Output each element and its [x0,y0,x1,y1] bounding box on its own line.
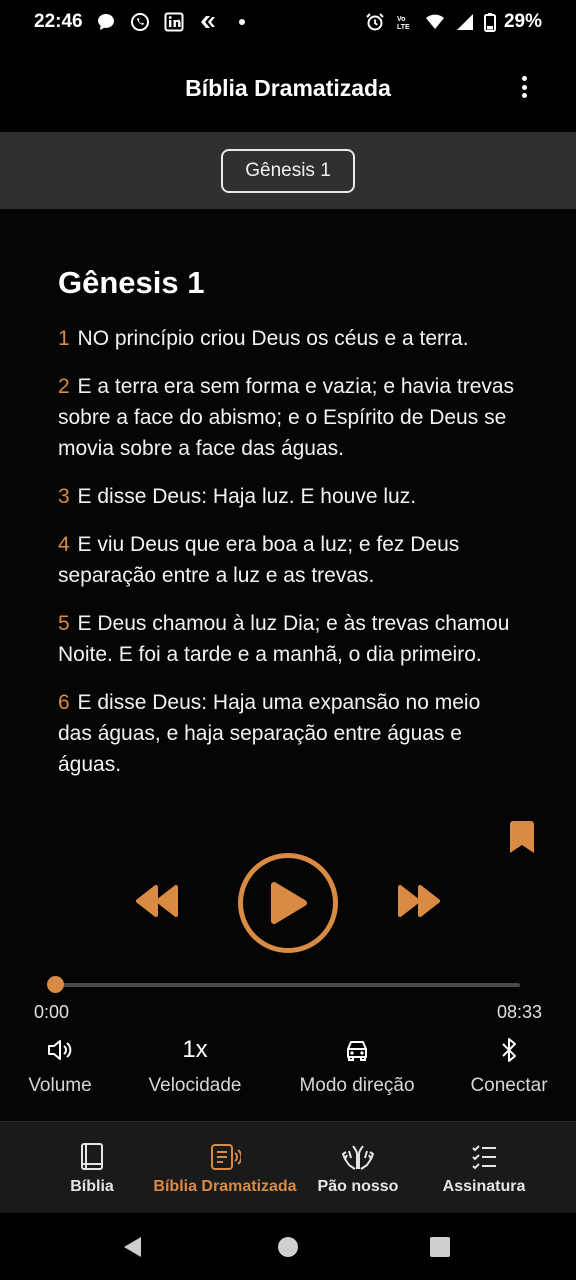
tab-assinatura[interactable]: Assinatura [436,1122,532,1214]
tab-label: Assinatura [442,1178,526,1195]
rewind-button[interactable] [134,883,182,919]
fast-forward-icon [398,885,440,917]
speed-button[interactable]: 1x Velocidade [140,1035,250,1097]
fast-forward-button[interactable] [394,883,442,919]
verse[interactable]: 1 NO princípio criou Deus os céus e a te… [58,323,518,354]
app-bar: Bíblia Dramatizada [0,44,576,132]
connect-label: Conectar [470,1075,548,1096]
progress-thumb[interactable] [47,976,64,993]
verse[interactable]: 3 E disse Deus: Haja luz. E houve luz. [58,481,518,512]
verse-text: E disse Deus: Haja uma expansão no meio … [58,691,481,776]
book-icon [81,1143,103,1170]
car-icon [347,1041,367,1061]
more-options-icon[interactable] [512,72,536,102]
verse[interactable]: 6 E disse Deus: Haja uma expansão no mei… [58,687,518,780]
verse-text: E a terra era sem forma e vazia; e havia… [58,375,515,460]
verse-text: E disse Deus: Haja luz. E houve luz. [77,485,417,508]
current-time: 0:00 [34,1002,70,1022]
battery-level: 29% [503,11,542,32]
speed-label: Velocidade [148,1075,242,1096]
status-bar: 22:46 Vo LTE 29% [0,0,576,44]
volte-icon: Vo LTE [394,11,416,33]
dot-icon [231,11,253,33]
speed-value: 1x [182,1036,208,1063]
bottom-navigation: Bíblia Bíblia Dramatizada Pão nosso Assi… [0,1121,576,1213]
verse-number: 5 [58,612,70,635]
chapter-select-button[interactable]: Gênesis 1 [221,148,355,193]
svg-text:Vo: Vo [397,16,405,23]
connect-button[interactable]: Conectar [464,1035,554,1097]
bible-text-reader[interactable]: Gênesis 1 1 NO princípio criou Deus os c… [0,209,576,797]
battery-icon [483,11,496,33]
drive-mode-button[interactable]: Modo direção [290,1035,424,1097]
playback-controls [0,853,576,953]
verse[interactable]: 5 E Deus chamou à luz Dia; e às trevas c… [58,608,518,670]
app-icon [197,11,219,33]
tab-label: Bíblia [70,1178,114,1195]
audio-book-icon [211,1144,241,1170]
play-icon [271,882,307,924]
volume-button[interactable]: Volume [22,1035,98,1097]
whatsapp-icon [129,11,151,33]
verse-number: 3 [58,485,70,508]
bluetooth-icon [502,1038,516,1062]
progress-bar[interactable] [48,983,520,987]
verse-number: 1 [58,327,70,350]
audio-player: 0:00 08:33 Volume 1x Velocidade Modo dir… [0,797,576,1121]
tab-label: Bíblia Dramatizada [153,1178,297,1195]
volume-label: Volume [28,1075,92,1096]
tab-pao-nosso[interactable]: Pão nosso [310,1122,406,1214]
svg-text:LTE: LTE [397,24,410,31]
player-options: Volume 1x Velocidade Modo direção Conect… [0,1035,576,1107]
verse-number: 2 [58,375,70,398]
alarm-icon [364,11,386,33]
home-icon[interactable] [276,1235,300,1259]
verse-text: E Deus chamou à luz Dia; e às trevas cha… [58,612,510,666]
tab-biblia[interactable]: Bíblia [52,1122,132,1214]
praying-hands-icon [342,1145,374,1170]
verse[interactable]: 4 E viu Deus que era boa a luz; e fez De… [58,529,518,591]
play-button[interactable] [238,853,338,953]
signal-icon [454,11,476,33]
verse-text: E viu Deus que era boa a luz; e fez Deus… [58,533,460,587]
recents-icon[interactable] [428,1235,452,1259]
verse[interactable]: 2 E a terra era sem forma e vazia; e hav… [58,371,518,464]
rewind-icon [136,885,178,917]
wifi-icon [424,11,446,33]
system-navigation-bar [0,1213,576,1280]
chapter-bar: Gênesis 1 [0,132,576,209]
app-title: Bíblia Dramatizada [185,74,391,101]
status-time: 22:46 [34,11,83,32]
verse-number: 4 [58,533,70,556]
tab-label: Pão nosso [317,1178,399,1195]
bookmark-icon[interactable] [509,821,535,853]
total-time: 08:33 [496,1002,542,1022]
back-icon[interactable] [121,1235,145,1259]
chapter-heading: Gênesis 1 [58,265,205,300]
verse-number: 6 [58,691,70,714]
tab-biblia-dramatizada[interactable]: Bíblia Dramatizada [150,1122,300,1214]
verse-text: NO princípio criou Deus os céus e a terr… [77,327,469,350]
drive-mode-label: Modo direção [299,1075,415,1096]
linkedin-icon [163,11,185,33]
volume-icon [48,1040,72,1060]
message-icon [95,11,117,33]
checklist-icon [472,1145,496,1170]
